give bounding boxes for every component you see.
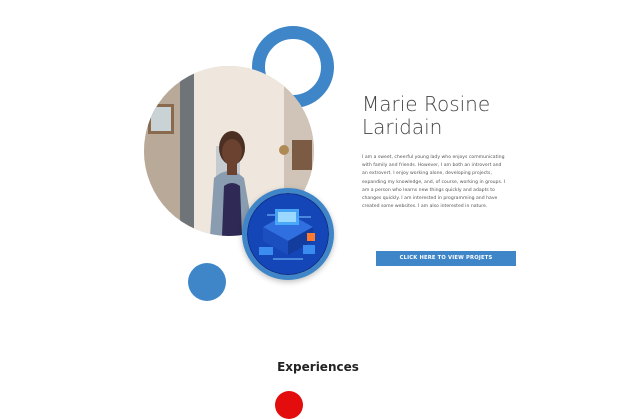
decorative-dot bbox=[188, 263, 226, 301]
profile-bio: I am a sweet, cheerful young lady who en… bbox=[362, 155, 506, 210]
profile-name: Marie Rosine Laridain bbox=[362, 92, 491, 139]
view-projects-button[interactable]: CLICK HERE TO VIEW PROJETS bbox=[376, 251, 516, 266]
experiences-heading: Experiences bbox=[277, 360, 359, 374]
technology-illustration bbox=[242, 188, 334, 280]
timeline-marker bbox=[275, 391, 303, 419]
